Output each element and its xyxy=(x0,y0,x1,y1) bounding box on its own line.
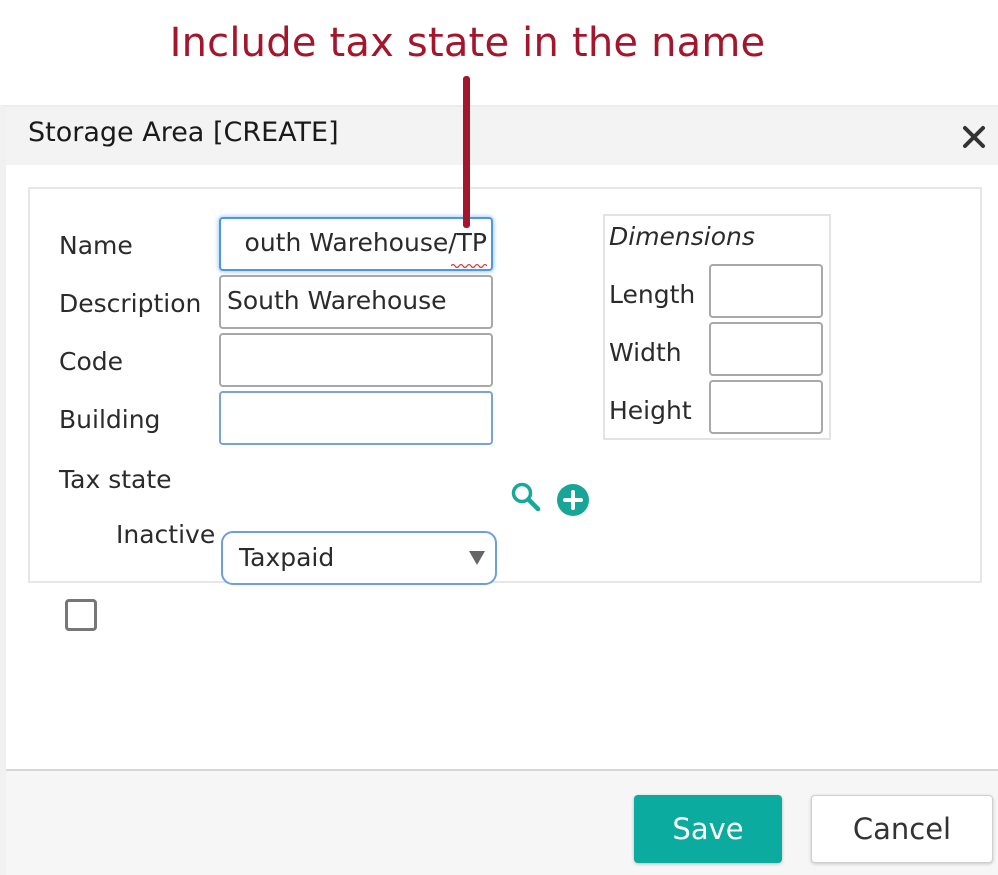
length-input[interactable] xyxy=(709,264,823,318)
width-input[interactable] xyxy=(709,322,823,376)
inactive-checkbox[interactable] xyxy=(65,599,97,631)
building-label: Building xyxy=(59,405,161,434)
code-label: Code xyxy=(59,347,124,376)
annotation-pointer-line xyxy=(463,76,470,228)
dialog-footer: Save Cancel xyxy=(6,771,998,875)
dialog-title: Storage Area [CREATE] xyxy=(28,117,339,148)
description-input[interactable]: South Warehouse xyxy=(219,275,493,329)
description-input-value: South Warehouse xyxy=(227,286,447,315)
plus-circle-icon[interactable] xyxy=(556,483,590,517)
tax-state-select[interactable]: Taxpaid xyxy=(221,531,497,585)
annotation-callout-text: Include tax state in the name xyxy=(169,20,766,66)
tax-state-selected-value: Taxpaid xyxy=(239,543,335,572)
name-input-value: outh Warehouse/TP xyxy=(244,228,487,257)
tax-state-label: Tax state xyxy=(59,465,172,494)
search-icon[interactable] xyxy=(510,481,542,513)
code-input[interactable] xyxy=(219,333,493,387)
description-label: Description xyxy=(59,289,202,318)
chevron-down-icon xyxy=(469,551,485,565)
name-label: Name xyxy=(59,231,133,260)
dimensions-group: Dimensions Length Width Height xyxy=(603,214,831,440)
height-input[interactable] xyxy=(709,380,823,434)
width-label: Width xyxy=(609,338,682,367)
name-input[interactable]: outh Warehouse/TP xyxy=(219,217,493,271)
dialog-header: Storage Area [CREATE] xyxy=(6,107,998,165)
save-button[interactable]: Save xyxy=(634,795,782,863)
cancel-button[interactable]: Cancel xyxy=(811,795,993,863)
height-label: Height xyxy=(609,396,692,425)
building-input[interactable] xyxy=(219,391,493,445)
spellcheck-underline xyxy=(451,263,487,268)
form-panel: Name outh Warehouse/TP Description South… xyxy=(28,187,982,631)
close-icon[interactable] xyxy=(960,123,988,151)
dimensions-title: Dimensions xyxy=(609,222,755,251)
length-label: Length xyxy=(609,280,696,309)
storage-area-dialog: Storage Area [CREATE] Name outh Warehous… xyxy=(0,105,998,875)
inactive-label: Inactive xyxy=(116,520,216,549)
